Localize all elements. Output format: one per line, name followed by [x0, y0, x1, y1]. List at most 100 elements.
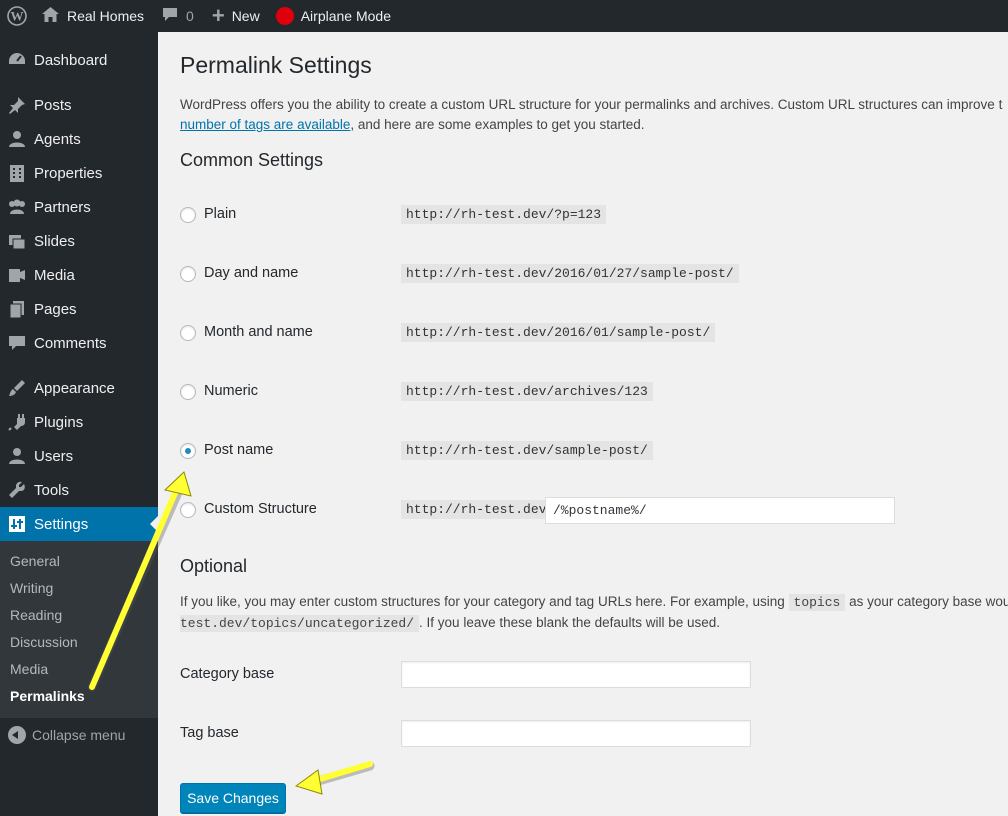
sidebar-item-appearance[interactable]: Appearance — [0, 371, 158, 405]
sidebar-item-settings[interactable]: Settings — [0, 507, 158, 541]
option-label: Month and name — [204, 324, 313, 340]
sidebar-item-agents[interactable]: Agents — [0, 122, 158, 156]
submenu-item-discussion[interactable]: Discussion — [10, 634, 78, 650]
option-day-and-name[interactable]: Day and name http://rh-test.dev/2016/01/… — [180, 259, 1008, 289]
comments-link[interactable]: 0 — [162, 0, 194, 32]
sidebar-item-comments[interactable]: Comments — [0, 326, 158, 360]
optional-text: as your category base wou — [845, 594, 1008, 609]
comments-count: 0 — [186, 8, 194, 24]
sidebar-item-label: Properties — [34, 164, 103, 182]
sidebar-item-partners[interactable]: Partners — [0, 190, 158, 224]
wordpress-logo-icon[interactable]: W — [2, 0, 32, 32]
media-icon — [0, 266, 34, 284]
sidebar-item-properties[interactable]: Properties — [0, 156, 158, 190]
sidebar-item-label: Dashboard — [34, 51, 108, 69]
option-numeric[interactable]: Numeric http://rh-test.dev/archives/123 — [180, 377, 1008, 407]
new-label: New — [231, 8, 260, 24]
main-content: Permalink Settings WordPress offers you … — [158, 32, 1008, 816]
custom-structure-input[interactable]: /%postname%/ — [545, 497, 895, 524]
comment-bubble-icon — [162, 7, 178, 25]
sidebar-item-label: Posts — [34, 96, 72, 114]
sidebar-item-label: Appearance — [34, 379, 115, 397]
sidebar-item-label: Media — [34, 266, 75, 284]
option-label: Numeric — [204, 383, 258, 399]
sidebar-item-plugins[interactable]: Plugins — [0, 405, 158, 439]
tag-base-label: Tag base — [180, 725, 239, 741]
pages-icon — [0, 300, 34, 318]
home-icon — [42, 7, 59, 25]
tag-base-input[interactable] — [401, 720, 751, 747]
submenu-item-media[interactable]: Media — [10, 661, 48, 677]
wrench-icon — [0, 481, 34, 499]
example-url: http://rh-test.dev/archives/123 — [401, 382, 653, 401]
airplane-mode-toggle[interactable]: Airplane Mode — [275, 0, 391, 32]
submenu-item-writing[interactable]: Writing — [10, 580, 53, 596]
sidebar-item-pages[interactable]: Pages — [0, 292, 158, 326]
settings-icon — [0, 515, 34, 533]
sidebar-item-label: Comments — [34, 334, 107, 352]
settings-submenu: General Writing Reading Discussion Media… — [0, 541, 158, 718]
intro-text: WordPress offers you the ability to crea… — [180, 97, 1003, 112]
optional-heading: Optional — [180, 556, 248, 576]
collapse-menu-button[interactable]: Collapse menu — [8, 726, 125, 744]
plus-icon: + — [211, 3, 225, 28]
sidebar-item-slides[interactable]: Slides — [0, 224, 158, 258]
optional-description: If you like, you may enter custom struct… — [180, 592, 1008, 634]
sidebar-item-label: Users — [34, 447, 74, 465]
comment-icon — [0, 334, 34, 352]
sidebar-item-media[interactable]: Media — [0, 258, 158, 292]
building-icon — [0, 164, 34, 182]
user-icon — [0, 447, 34, 465]
save-changes-button[interactable]: Save Changes — [180, 783, 286, 813]
custom-structure-radio[interactable] — [180, 502, 196, 518]
day-and-name-radio[interactable] — [180, 266, 196, 282]
intro-text-end: , and here are some examples to get you … — [350, 117, 645, 132]
page-title: Permalink Settings — [180, 52, 372, 78]
option-post-name[interactable]: Post name http://rh-test.dev/sample-post… — [180, 436, 1008, 466]
svg-text:W: W — [11, 9, 24, 24]
sidebar-item-label: Slides — [34, 232, 75, 250]
sidebar-item-label: Partners — [34, 198, 91, 216]
topics-code: topics — [788, 594, 846, 611]
submenu-item-permalinks[interactable]: Permalinks — [10, 688, 85, 704]
example-url: http://rh-test.dev/sample-post/ — [401, 441, 653, 460]
plugin-icon — [0, 413, 34, 431]
new-content-link[interactable]: + New — [212, 0, 260, 32]
example-category-url-code: test.dev/topics/uncategorized/ — [180, 615, 420, 632]
available-tags-link[interactable]: number of tags are available — [180, 117, 350, 132]
site-name: Real Homes — [67, 8, 145, 24]
person-icon — [0, 130, 34, 148]
example-url: http://rh-test.dev/?p=123 — [401, 205, 607, 224]
option-label: Day and name — [204, 265, 299, 281]
category-base-label: Category base — [180, 666, 275, 682]
sidebar-item-label: Settings — [34, 515, 89, 533]
option-label: Post name — [204, 442, 274, 458]
group-icon — [0, 198, 34, 216]
option-custom-structure[interactable]: Custom Structure http://rh-test.dev /%po… — [180, 495, 1008, 525]
sidebar-item-dashboard[interactable]: Dashboard — [0, 43, 158, 77]
submenu-item-general[interactable]: General — [10, 553, 60, 569]
month-and-name-radio[interactable] — [180, 325, 196, 341]
site-name-link[interactable]: Real Homes — [42, 0, 144, 32]
sidebar-item-tools[interactable]: Tools — [0, 473, 158, 507]
sidebar-item-label: Pages — [34, 300, 77, 318]
category-base-input[interactable] — [401, 661, 751, 688]
sidebar-item-posts[interactable]: Posts — [0, 88, 158, 122]
custom-structure-prefix: http://rh-test.dev — [401, 500, 552, 519]
option-month-and-name[interactable]: Month and name http://rh-test.dev/2016/0… — [180, 318, 1008, 348]
collapse-arrow-icon — [8, 726, 26, 744]
airplane-label: Airplane Mode — [300, 8, 391, 24]
optional-text: If you like, you may enter custom struct… — [180, 594, 789, 609]
collapse-menu-label: Collapse menu — [32, 727, 126, 743]
submenu-item-reading[interactable]: Reading — [10, 607, 62, 623]
images-icon — [0, 232, 34, 250]
sidebar-item-users[interactable]: Users — [0, 439, 158, 473]
option-plain[interactable]: Plain http://rh-test.dev/?p=123 — [180, 200, 1008, 230]
numeric-radio[interactable] — [180, 384, 196, 400]
sidebar-item-label: Agents — [34, 130, 81, 148]
optional-text: . If you leave these blank the defaults … — [419, 615, 720, 630]
option-label: Plain — [204, 206, 237, 222]
post-name-radio[interactable] — [180, 443, 196, 459]
example-url: http://rh-test.dev/2016/01/27/sample-pos… — [401, 264, 739, 283]
plain-radio[interactable] — [180, 207, 196, 223]
